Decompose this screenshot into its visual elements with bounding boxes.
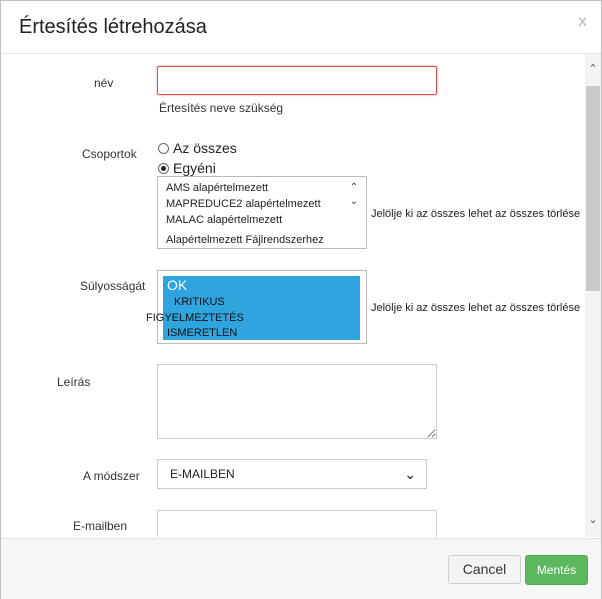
list-item[interactable]: AMS alapértelmezett [158, 180, 366, 196]
radio-all[interactable] [158, 142, 169, 154]
close-icon[interactable]: x [578, 13, 587, 31]
name-label: név [94, 76, 114, 90]
listbox-scroll-arrows[interactable]: ⌃ ⌄ [347, 181, 361, 223]
groups-option-custom-label: Egyéni [173, 160, 216, 176]
method-select-value: E-MAILBEN [170, 467, 235, 481]
groups-label: Csoportok [82, 147, 137, 161]
dialog-body: név Értesítés neve szükség Csoportok Az … [1, 54, 585, 537]
scrollbar-thumb[interactable] [586, 86, 600, 291]
create-notification-dialog: Értesítés létrehozása x név Értesítés ne… [0, 0, 602, 599]
email-label: E-mailben [73, 519, 128, 533]
list-item[interactable]: ISMERETLEN [167, 327, 237, 339]
list-item[interactable]: KRITIKUS [174, 296, 225, 308]
chevron-down-icon[interactable]: ⌄ [585, 513, 601, 529]
dialog-scrollbar[interactable]: ⌃ ⌄ [585, 54, 601, 537]
method-label: A módszer [83, 469, 140, 483]
groups-option-custom[interactable]: Egyéni [158, 160, 216, 176]
chevron-up-icon[interactable]: ⌃ [347, 181, 361, 195]
radio-custom[interactable] [158, 162, 169, 174]
method-select[interactable]: E-MAILBEN ⌄ [157, 459, 427, 489]
dialog-footer: Cancel Mentés [1, 538, 601, 599]
list-item[interactable]: MALAC alapértelmezett [158, 212, 366, 228]
description-label: Leírás [57, 375, 91, 389]
chevron-down-icon: ⌄ [404, 466, 416, 482]
description-textarea[interactable] [157, 364, 437, 439]
groups-option-all[interactable]: Az összes [158, 140, 237, 156]
severity-label: Súlyosságát [80, 279, 146, 293]
list-item[interactable]: FIGYELMEZTETÉS [146, 312, 244, 324]
groups-option-all-label: Az összes [173, 140, 237, 156]
email-input[interactable] [157, 510, 437, 537]
list-item[interactable]: Alapértelmezett Fájlrendszerhez [158, 232, 366, 248]
list-item[interactable]: MAPREDUCE2 alapértelmezett [158, 196, 366, 212]
list-item[interactable]: OK [167, 277, 187, 293]
groups-select-clear-links[interactable]: Jelölje ki az összes lehet az összes tör… [371, 208, 580, 220]
cancel-button[interactable]: Cancel [448, 555, 521, 584]
chevron-down-icon[interactable]: ⌄ [347, 195, 361, 209]
name-input[interactable] [157, 66, 437, 95]
dialog-header: Értesítés létrehozása x [1, 1, 601, 54]
severity-listbox[interactable]: OK KRITIKUS FIGYELMEZTETÉS ISMERETLEN [146, 270, 367, 344]
severity-select-clear-links[interactable]: Jelölje ki az összes lehet az összes tör… [371, 302, 580, 314]
name-error-message: Értesítés neve szükség [159, 101, 284, 115]
groups-listbox[interactable]: AMS alapértelmezett MAPREDUCE2 alapértel… [157, 176, 367, 249]
dialog-title: Értesítés létrehozása [19, 16, 207, 38]
save-button[interactable]: Mentés [525, 555, 588, 585]
chevron-up-icon[interactable]: ⌃ [585, 62, 601, 78]
